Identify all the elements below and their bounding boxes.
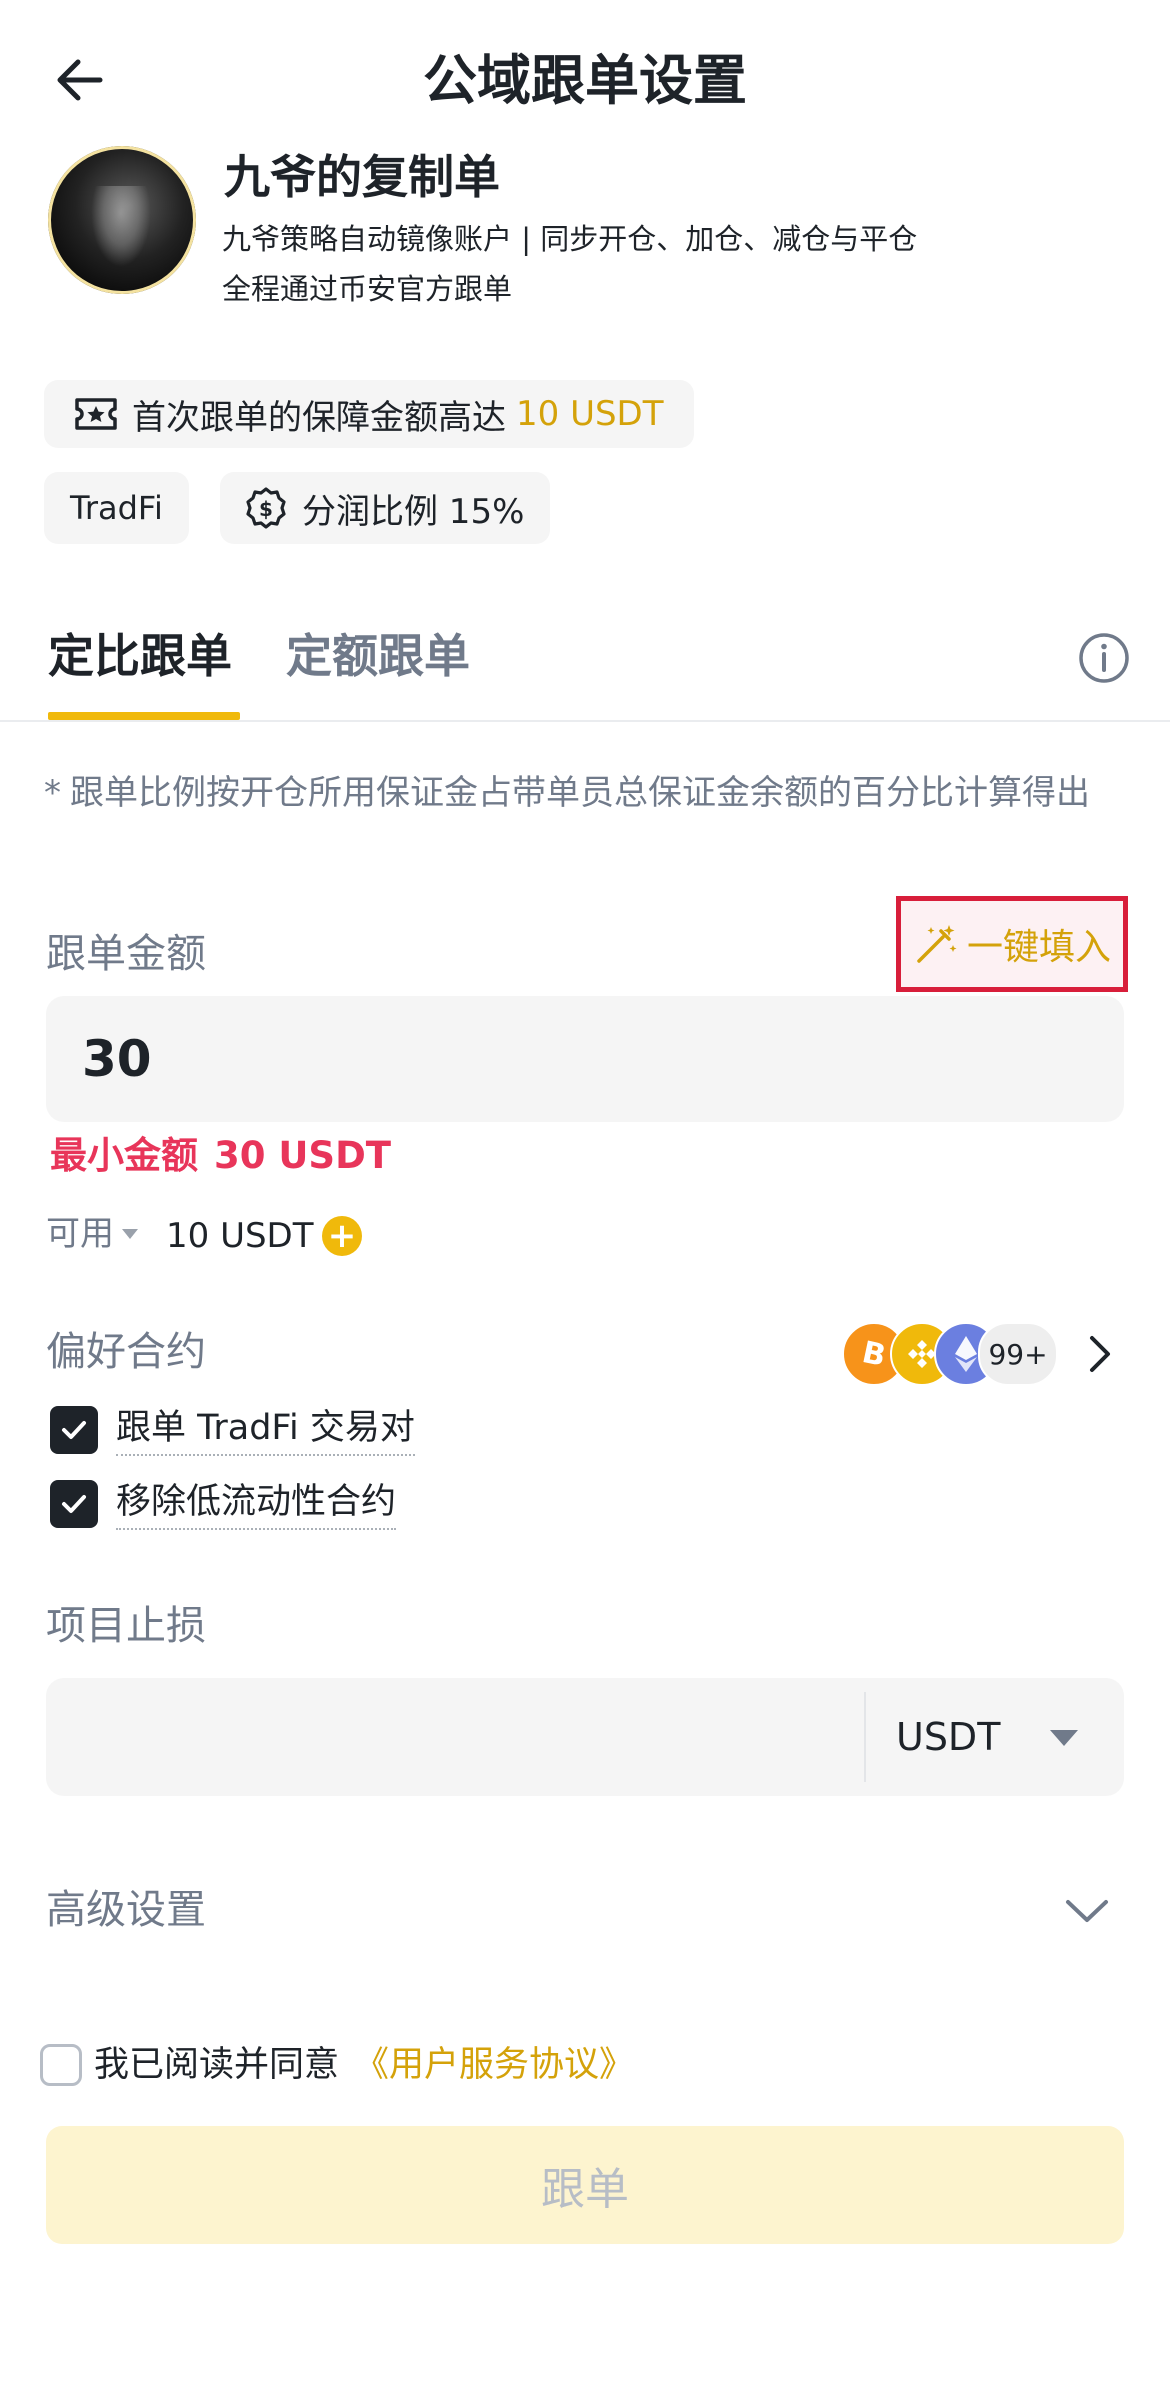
add-funds-icon[interactable]: + [322,1216,362,1256]
note-asterisk: * [44,773,61,813]
amount-label: 跟单金额 [46,931,206,977]
stop-loss-divider [864,1692,866,1782]
profit-share-chip: $ 分润比例 15% [220,472,551,544]
svg-text:B: B [859,1337,889,1371]
guarantee-amount: 10 USDT [516,394,664,434]
agreement-checkbox[interactable] [40,2044,82,2086]
chevron-right-icon[interactable] [1086,1334,1114,1374]
profit-share-label: 分润比例 15% [302,491,525,532]
preferred-contracts-label: 偏好合约 [46,1329,206,1375]
remove-low-liquidity-label[interactable]: 移除低流动性合约 [116,1476,397,1530]
remove-low-liquidity-checkbox[interactable] [50,1480,98,1528]
stop-loss-unit[interactable]: USDT [896,1710,1000,1764]
autofill-button[interactable]: 一键填入 [896,896,1128,992]
profile-description-line2: 全程通过币安官方跟单 [222,272,513,306]
available-label: 可用 [46,1214,114,1254]
ticket-star-icon [75,398,117,430]
guarantee-text: 首次跟单的保障金额高达 [132,397,506,438]
avatar [48,146,196,294]
checkmark-icon [62,1421,86,1439]
user-agreement-link[interactable]: 《用户服务协议》 [354,2038,634,2092]
info-icon[interactable] [1078,632,1130,684]
available-selector[interactable]: 可用 [46,1208,138,1260]
stop-loss-label: 项目止损 [46,1603,206,1649]
advanced-settings-label[interactable]: 高级设置 [46,1882,206,1938]
guarantee-chip: 首次跟单的保障金额高达 10 USDT [44,380,694,448]
profile-name: 九爷的复制单 [224,150,500,204]
tabs-divider [0,720,1170,722]
min-amount-value: 30 USDT [214,1134,392,1177]
agreement-text: 我已阅读并同意 [94,2045,340,2085]
caret-down-icon [122,1229,138,1239]
min-amount-warning: 最小金额 30 USDT [50,1130,391,1182]
note-text: 跟单比例按开仓所用保证金占带单员总保证金余额的百分比计算得出 [70,773,1090,813]
ratio-note: * 跟单比例按开仓所用保证金占带单员总保证金余额的百分比计算得出 [44,770,1126,816]
checkmark-icon [62,1495,86,1513]
amount-value: 30 [82,1030,152,1088]
unit-dropdown-caret-icon[interactable] [1050,1730,1078,1746]
svg-text:$: $ [259,497,273,521]
profile-description: 九爷策略自动镜像账户 | 同步开仓、加仓、减仓与平仓 [222,222,918,256]
tab-fixed-amount[interactable]: 定额跟单 [286,624,470,688]
tradfi-label: TradFi [70,489,163,527]
tradfi-pairs-label[interactable]: 跟单 TradFi 交易对 [116,1402,415,1456]
chevron-down-icon[interactable] [1064,1896,1110,1926]
min-amount-label: 最小金额 [50,1134,198,1177]
tradfi-chip: TradFi [44,472,189,544]
magic-wand-icon [917,925,957,963]
copy-trade-button[interactable]: 跟单 [46,2126,1124,2244]
active-tab-indicator [48,712,240,720]
tab-fixed-ratio[interactable]: 定比跟单 [48,624,232,688]
amount-input[interactable]: 30 [46,996,1124,1122]
available-balance: 10 USDT [166,1216,314,1256]
autofill-label: 一键填入 [966,927,1111,968]
page-title: 公域跟单设置 [423,49,747,112]
tradfi-pairs-checkbox[interactable] [50,1406,98,1454]
dollar-badge-icon: $ [246,487,286,529]
more-coins-badge: 99+ [978,1322,1058,1386]
